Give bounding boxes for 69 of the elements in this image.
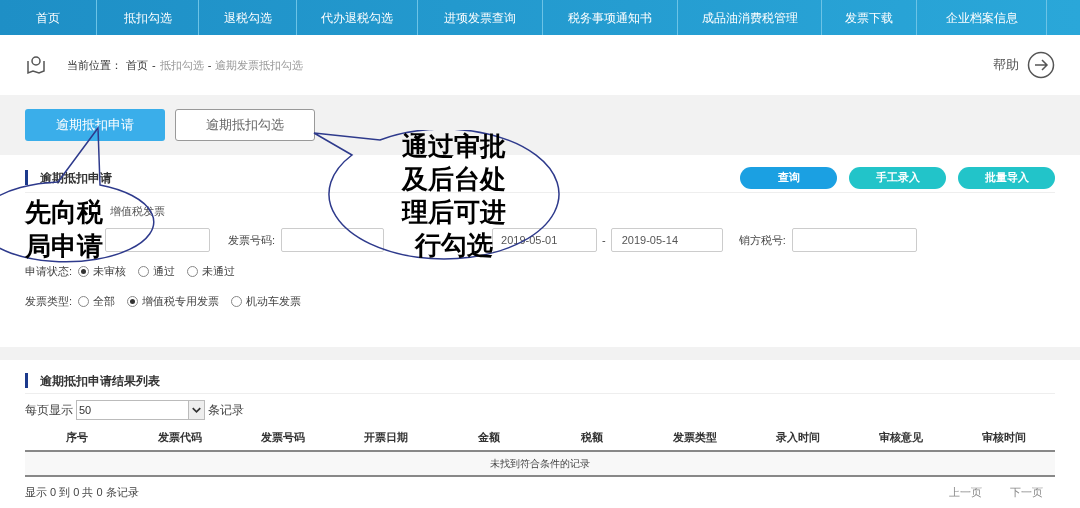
action-button[interactable]: 手工录入: [849, 166, 946, 189]
radio-button[interactable]: [78, 265, 90, 277]
radio-button[interactable]: [78, 295, 90, 307]
date-separator: -: [602, 232, 606, 248]
callout-text: 行勾选: [415, 229, 493, 262]
empty-message: 未找到符合条件的记录: [490, 457, 590, 471]
nav-item[interactable]: 企业档案信息: [917, 0, 1047, 35]
column-header: 审核时间: [980, 429, 1027, 445]
next-page-link[interactable]: 下一页: [1010, 483, 1043, 501]
radio-label: 未通过: [202, 263, 236, 279]
nav-item[interactable]: 代办退税勾选: [297, 0, 418, 35]
breadcrumb-link[interactable]: 首页: [126, 56, 148, 74]
breadcrumb-link[interactable]: 抵扣勾选: [159, 56, 204, 74]
action-button[interactable]: 查询: [740, 166, 837, 189]
section-title: 逾期抵扣申请结果列表: [40, 372, 160, 390]
nav-item[interactable]: 成品油消费税管理: [678, 0, 822, 35]
column-header: 发票号码: [259, 429, 306, 445]
tab[interactable]: 逾期抵扣勾选: [175, 109, 315, 141]
callout-text: 及后台处: [402, 163, 506, 196]
radio-button[interactable]: [231, 295, 243, 307]
arrow-right-icon[interactable]: [1027, 51, 1055, 79]
column-header: 开票日期: [362, 429, 409, 445]
field-label: 发票号码:: [228, 232, 276, 248]
nav-item[interactable]: 退税勾选: [199, 0, 297, 35]
input-field[interactable]: [281, 228, 385, 252]
field-label: 发票类型:: [25, 293, 73, 309]
breadcrumb-separator: -: [152, 57, 156, 73]
field-label: 销方税号:: [738, 232, 786, 248]
breadcrumb-label: 当前位置：: [67, 57, 122, 73]
action-button[interactable]: 批量导入: [958, 166, 1055, 189]
column-header: 序号: [64, 429, 89, 445]
radio-label: 全部: [93, 293, 116, 309]
nav-item[interactable]: 发票下载: [822, 0, 917, 35]
breadcrumb-separator: -: [207, 57, 212, 73]
column-header: 审核意见: [877, 429, 924, 445]
field-label: 申请状态:: [25, 263, 73, 279]
callout-text: 通过审批: [402, 130, 506, 163]
date-field[interactable]: 2019-05-14: [610, 228, 723, 252]
input-field[interactable]: [791, 228, 917, 252]
radio-label: 未审核: [93, 263, 127, 279]
nav-item[interactable]: 抵扣勾选: [97, 0, 199, 35]
radio-button[interactable]: [138, 265, 150, 277]
tab[interactable]: 逾期抵扣申请: [25, 109, 165, 141]
radio-label: 通过: [153, 263, 176, 279]
nav-item[interactable]: 进项发票查询: [418, 0, 543, 35]
column-header: 录入时间: [774, 429, 821, 445]
radio-button[interactable]: [127, 295, 139, 307]
input-field[interactable]: [105, 228, 210, 252]
column-header: 发票类型: [671, 429, 718, 445]
callout-text: 局申请: [25, 230, 103, 263]
map-pin-icon: [25, 55, 47, 75]
prev-page-link[interactable]: 上一页: [949, 483, 982, 501]
callout-text: 先向税: [25, 196, 103, 229]
callout-text: 理后可进: [402, 196, 506, 229]
help-link[interactable]: 帮助: [993, 55, 1019, 75]
column-header: 税额: [579, 429, 604, 445]
column-header: 金额: [476, 429, 501, 445]
page-size-select[interactable]: 50: [76, 400, 205, 420]
radio-label: 增值税专用发票: [142, 293, 220, 309]
page-size-label: 每页显示: [25, 402, 73, 419]
breadcrumb-link[interactable]: 逾期发票抵扣勾选: [215, 56, 304, 74]
radio-label: 机动车发票: [246, 293, 302, 309]
nav-item[interactable]: 首页: [0, 0, 97, 35]
radio-button[interactable]: [187, 265, 199, 277]
record-summary: 显示 0 到 0 共 0 条记录: [25, 484, 139, 500]
nav-item[interactable]: 税务事项通知书: [543, 0, 678, 35]
column-header: 发票代码: [156, 429, 203, 445]
chevron-down-icon: [188, 401, 204, 419]
page-size-suffix: 条记录: [208, 402, 244, 419]
